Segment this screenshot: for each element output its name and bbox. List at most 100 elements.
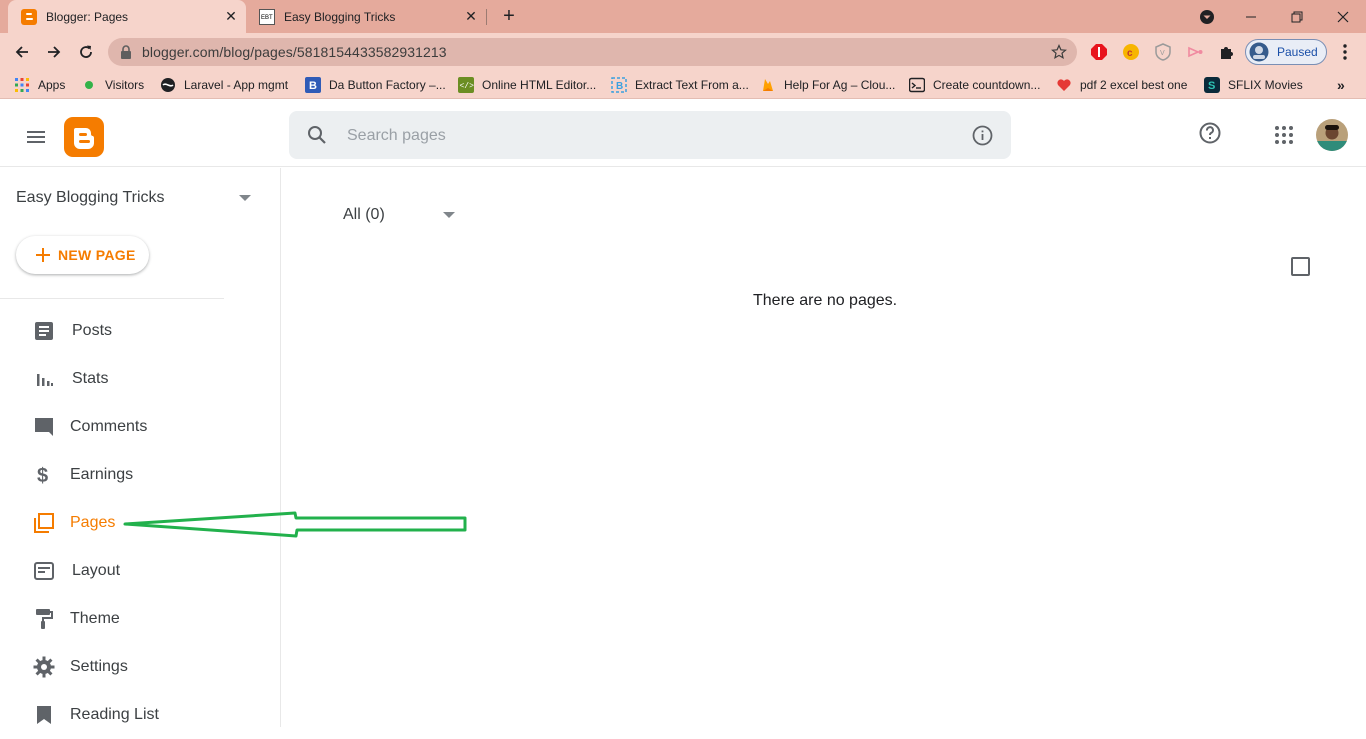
back-button[interactable] — [9, 39, 35, 65]
minimize-button[interactable] — [1228, 0, 1274, 33]
close-icon — [1337, 11, 1349, 22]
sidebar-item-label: Stats — [72, 370, 109, 387]
green-dot-icon — [81, 77, 97, 93]
comments-icon — [32, 415, 56, 439]
layout-icon — [32, 559, 56, 583]
bookmark-label: Create countdown... — [933, 77, 1041, 92]
svg-text:S: S — [1208, 80, 1215, 92]
dollar-icon: $ — [32, 463, 56, 487]
blog-selector[interactable]: Easy Blogging Tricks — [16, 189, 165, 207]
posts-icon — [32, 319, 56, 343]
sidebar-item-posts[interactable]: Posts — [0, 307, 280, 355]
sflix-icon: S — [1204, 76, 1220, 93]
bookmark-button-factory[interactable]: B Da Button Factory –... — [305, 75, 446, 94]
more-vert-icon — [1343, 44, 1347, 60]
button-factory-icon: B — [305, 76, 321, 93]
bookmark-icon — [32, 703, 56, 727]
close-tab-icon[interactable]: ✕ — [464, 9, 478, 23]
bookmark-label: pdf 2 excel best one — [1080, 77, 1188, 92]
sidebar-item-reading-list[interactable]: Reading List — [0, 691, 280, 739]
minimize-icon — [1246, 16, 1256, 17]
help-icon — [1199, 122, 1221, 144]
tab-title: Blogger: Pages — [46, 9, 129, 24]
sidebar-item-label: Layout — [72, 562, 121, 579]
sidebar-item-theme[interactable]: Theme — [0, 595, 280, 643]
gear-icon — [32, 655, 56, 679]
bookmark-laravel[interactable]: Laravel - App mgmt — [160, 75, 288, 94]
browser-menu-button[interactable] — [1335, 42, 1355, 62]
blogger-logo[interactable] — [64, 117, 104, 157]
extract-text-icon: B — [611, 76, 627, 93]
bookmark-apps[interactable]: Apps — [14, 75, 65, 94]
tab-easy-blogging-tricks[interactable]: EBT Easy Blogging Tricks ✕ — [250, 0, 486, 33]
new-page-button[interactable]: NEW PAGE — [16, 236, 149, 274]
main-menu-button[interactable] — [24, 125, 48, 149]
help-button[interactable] — [1198, 121, 1222, 145]
sidebar-item-stats[interactable]: Stats — [0, 355, 280, 403]
profile-status-text: Paused — [1277, 45, 1318, 59]
svg-text:EBT: EBT — [261, 15, 273, 21]
more-bookmarks-chevron-icon[interactable]: » — [1337, 75, 1345, 94]
shield-extension-icon[interactable]: V — [1153, 42, 1173, 62]
tab-separator — [486, 9, 487, 25]
sidebar-item-layout[interactable]: Layout — [0, 547, 280, 595]
bookmark-label: Apps — [38, 77, 66, 92]
new-tab-button[interactable]: + — [499, 6, 519, 27]
bookmark-label: Online HTML Editor... — [482, 77, 597, 92]
bookmark-label: SFLIX Movies — [1228, 77, 1303, 92]
bookmark-label: Help For Ag – Clou... — [784, 77, 896, 92]
bookmark-visitors[interactable]: Visitors — [81, 75, 144, 94]
tab-blogger-pages[interactable]: Blogger: Pages ✕ — [8, 0, 246, 33]
pages-filter-dropdown[interactable]: All (0) — [343, 206, 385, 224]
account-avatar[interactable] — [1316, 119, 1348, 151]
browser-tab-strip: Blogger: Pages ✕ EBT Easy Blogging Trick… — [0, 0, 1366, 33]
blogger-logo-icon — [64, 117, 104, 157]
sidebar-item-label: Theme — [70, 610, 120, 627]
search-pages-box[interactable]: Search pages — [289, 111, 1011, 159]
coupon-extension-icon[interactable]: c — [1121, 42, 1141, 62]
avatar-icon — [1316, 119, 1348, 151]
bookmark-extract-text[interactable]: B Extract Text From a... — [611, 75, 749, 94]
sidebar-item-earnings[interactable]: $ Earnings — [0, 451, 280, 499]
heart-icon — [1056, 77, 1072, 93]
bookmark-create-countdown[interactable]: Create countdown... — [909, 75, 1040, 94]
tab-search-button[interactable] — [1184, 0, 1230, 33]
bookmark-sflix[interactable]: S SFLIX Movies — [1204, 75, 1303, 94]
avatar-icon — [1249, 42, 1269, 62]
arrow-left-icon — [15, 46, 28, 58]
search-input[interactable]: Search pages — [347, 127, 446, 145]
search-icon — [308, 126, 326, 144]
bookmark-label: Extract Text From a... — [635, 77, 749, 92]
tab-title: Easy Blogging Tricks — [284, 9, 396, 24]
sidebar-item-label: Reading List — [70, 706, 159, 723]
arrow-right-icon — [48, 46, 61, 58]
sidebar-item-settings[interactable]: Settings — [0, 643, 280, 691]
bookmark-pdf-2-excel[interactable]: pdf 2 excel best one — [1056, 75, 1187, 94]
svg-text:V: V — [1160, 50, 1165, 57]
new-page-label: NEW PAGE — [58, 247, 136, 263]
adblock-extension-icon[interactable] — [1089, 42, 1109, 62]
bookmark-help-for-ag[interactable]: Help For Ag – Clou... — [760, 75, 895, 94]
info-icon[interactable] — [972, 125, 993, 146]
profile-paused-button[interactable]: Paused — [1245, 39, 1327, 65]
blog-selector-caret-icon[interactable] — [239, 195, 251, 201]
ebt-favicon-icon: EBT — [259, 8, 275, 25]
address-bar[interactable]: blogger.com/blog/pages/58181544335829312… — [108, 38, 1077, 66]
bookmark-star-icon[interactable] — [1051, 44, 1067, 60]
sidebar-item-comments[interactable]: Comments — [0, 403, 280, 451]
google-apps-button[interactable] — [1272, 123, 1296, 147]
forward-button[interactable] — [41, 39, 67, 65]
sidebar-item-label: Earnings — [70, 466, 134, 483]
cast-extension-icon[interactable] — [1185, 42, 1205, 62]
reload-button[interactable] — [73, 39, 99, 65]
close-tab-icon[interactable]: ✕ — [224, 9, 238, 23]
close-window-button[interactable] — [1320, 0, 1366, 33]
restore-button[interactable] — [1274, 0, 1320, 33]
extensions-puzzle-icon[interactable] — [1217, 42, 1237, 62]
sidebar-item-label: Pages — [70, 514, 116, 531]
sidebar-item-pages[interactable]: Pages — [0, 499, 280, 547]
filter-caret-icon[interactable] — [443, 212, 455, 218]
select-all-checkbox[interactable] — [1291, 257, 1310, 276]
bookmark-html-editor[interactable]: </> Online HTML Editor... — [458, 75, 596, 94]
sidebar-item-label: Settings — [70, 658, 128, 675]
